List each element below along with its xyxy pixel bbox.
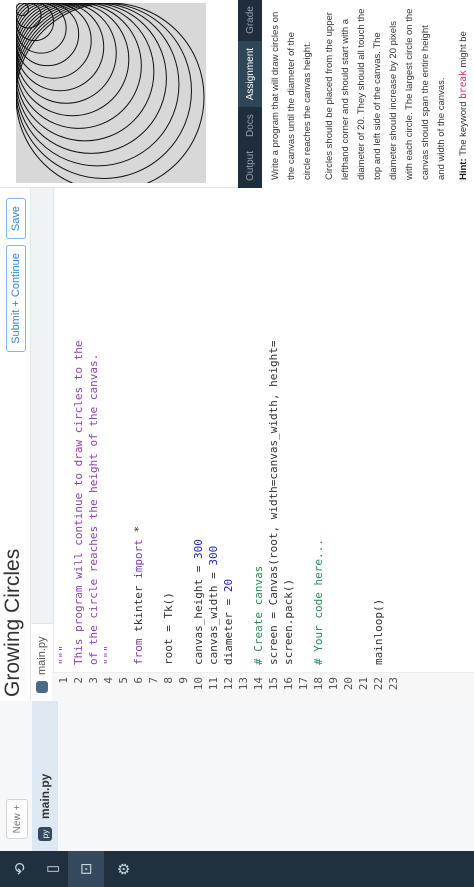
file-item-main-py[interactable]: py main.py — [32, 701, 58, 851]
circle — [16, 3, 130, 117]
circle — [16, 3, 205, 183]
output-panel — [0, 0, 238, 188]
code-line: This program will continue to draw circl… — [72, 340, 85, 665]
assignment-paragraph-2: Circles should be placed from the upper … — [324, 8, 447, 180]
line-number: 2 — [72, 677, 85, 684]
code-line: canvas_height = 300 — [192, 539, 205, 665]
line-number: 21 — [357, 677, 370, 691]
line-number: 6 — [132, 677, 145, 684]
code-line: from tkinter import * — [132, 525, 145, 665]
circle — [16, 3, 92, 79]
code-line: mainloop() — [372, 598, 385, 665]
hint-label: Hint: — [458, 158, 469, 180]
file-name: main.py — [38, 773, 52, 819]
line-number: 18 — [312, 677, 325, 691]
code-line: """ — [102, 645, 115, 665]
line-number: 16 — [282, 677, 295, 691]
python-file-icon — [36, 681, 48, 693]
assignment-hint: Hint: The keyword break might be helpful… — [456, 8, 474, 180]
circles-drawing — [16, 3, 205, 183]
output-canvas — [16, 3, 206, 183]
code-line: canvas_width = 300 — [207, 545, 220, 665]
line-number: 17 — [297, 677, 310, 691]
line-number: 13 — [237, 677, 250, 691]
circle — [16, 3, 155, 142]
editor-actions: Submit + Continue Save — [6, 198, 26, 352]
line-number: 9 — [177, 677, 190, 684]
code-line: screen.pack() — [282, 578, 295, 665]
assignment-paragraph-1: Write a program that will draw circles o… — [270, 11, 313, 180]
assignment-panel: Write a program that will draw circles o… — [262, 0, 474, 188]
line-number: 11 — [207, 677, 220, 691]
file-explorer: New + py main.py — [0, 700, 474, 851]
circle — [16, 3, 142, 129]
code-line: # Your code here... — [312, 539, 325, 665]
hint-keyword: break — [458, 70, 469, 99]
line-number-gutter: 1 2 3 4 5 6 7 8 9 10 11 12 13 14 15 16 17 18 19 20 21 22 23 — [52, 672, 474, 701]
code-area[interactable]: """ This program will continue to draw ci… — [52, 195, 474, 665]
line-number: 23 — [387, 677, 400, 691]
circle — [16, 3, 180, 167]
line-number: 3 — [87, 677, 100, 684]
tab-output[interactable]: Output — [238, 144, 262, 188]
settings-icon[interactable]: ⚙ — [112, 857, 136, 881]
line-number: 1 — [57, 677, 70, 684]
files-icon[interactable]: ▯ — [40, 857, 64, 881]
code-line: # Create canvas — [252, 565, 265, 665]
tab-docs[interactable]: Docs — [238, 107, 262, 144]
code-line: root = Tk() — [162, 592, 175, 665]
line-number: 19 — [327, 677, 340, 691]
line-number: 22 — [372, 677, 385, 691]
code-line: """ — [57, 645, 70, 665]
save-button[interactable]: Save — [6, 198, 26, 240]
editor-tabbar: main.py — [30, 188, 54, 701]
new-file-button[interactable]: New + — [6, 799, 28, 839]
line-number: 20 — [342, 677, 355, 691]
python-file-icon: py — [38, 827, 52, 841]
line-number: 12 — [222, 677, 235, 691]
line-number: 10 — [192, 677, 205, 691]
page-title: Growing Circles — [1, 548, 24, 697]
code-line: diameter = 20 — [222, 578, 235, 665]
submit-continue-button[interactable]: Submit + Continue — [6, 245, 26, 352]
icon-rail: ⟲ ▯ ⊡ ⚙ — [0, 851, 474, 887]
circle — [16, 3, 117, 104]
tab-assignment[interactable]: Assignment — [238, 40, 262, 108]
panel-tabs: OutputDocsAssignmentGradeMore — [238, 0, 262, 188]
tab-grade[interactable]: Grade — [238, 0, 262, 41]
line-number: 15 — [267, 677, 280, 691]
hint-pre: The keyword — [458, 101, 469, 156]
line-number: 4 — [102, 677, 115, 684]
app-window: ⟲ ▯ ⊡ ⚙ New + py main.py Growing Circles… — [0, 0, 474, 887]
line-number: 5 — [117, 677, 130, 684]
line-number: 8 — [162, 677, 175, 684]
line-number: 14 — [252, 677, 265, 691]
console-icon[interactable]: ⊡ — [68, 851, 104, 887]
line-number: 7 — [147, 677, 160, 684]
code-line: screen = Canvas(root, width=canvas_width… — [267, 340, 280, 665]
code-line: of the circle reaches the height of the … — [87, 353, 100, 665]
history-icon[interactable]: ⟲ — [8, 857, 32, 881]
code-editor: Growing Circles Submit + Continue Save m… — [0, 188, 474, 701]
tab-label: main.py — [36, 636, 48, 675]
tab-main-py[interactable]: main.py — [31, 623, 53, 701]
